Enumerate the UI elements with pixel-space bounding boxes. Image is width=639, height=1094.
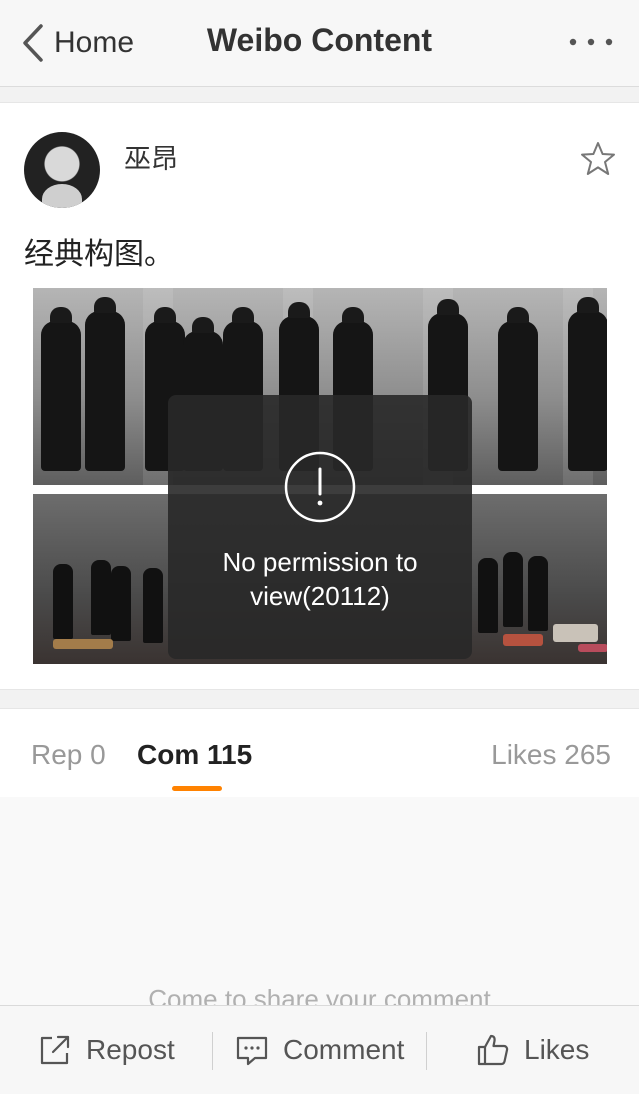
likes-label: Likes xyxy=(524,1034,590,1065)
tab-comments[interactable]: Com 115 xyxy=(137,739,252,771)
repost-label: Repost xyxy=(86,1034,175,1065)
divider xyxy=(426,1032,427,1070)
username[interactable]: 巫昂 xyxy=(124,137,178,176)
post-text: 经典构图。 xyxy=(24,238,174,271)
star-outline-icon[interactable] xyxy=(580,141,616,177)
repost-icon xyxy=(40,1035,70,1065)
comment-label: Comment xyxy=(283,1034,405,1065)
more-dots-icon[interactable] xyxy=(567,36,615,48)
bottom-action-bar: Repost Comment Likes xyxy=(0,1005,639,1094)
page-title: Weibo Content xyxy=(206,22,433,58)
comment-prompt[interactable]: Come to share your comment xyxy=(0,985,639,1005)
comment-icon xyxy=(236,1036,268,1066)
divider xyxy=(212,1032,213,1070)
tab-bar: Rep 0 Com 115 Likes 265 xyxy=(0,708,639,798)
active-tab-indicator xyxy=(172,786,222,791)
navigation-bar: Home Weibo Content xyxy=(0,0,639,87)
tab-reposts[interactable]: Rep 0 xyxy=(31,739,106,771)
avatar[interactable] xyxy=(24,132,100,208)
repost-button[interactable]: Repost xyxy=(38,1006,175,1094)
thumbs-up-icon xyxy=(477,1034,509,1066)
likes-button[interactable]: Likes xyxy=(476,1006,589,1094)
post-card: 巫昂 经典构图。 No permission to view(20112) xyxy=(0,102,639,690)
exclamation-circle-icon xyxy=(284,451,356,523)
tab-likes[interactable]: Likes 265 xyxy=(491,739,611,771)
comment-area xyxy=(0,797,639,1005)
toast-message: No permission to view(20112) xyxy=(222,547,418,611)
no-permission-toast: No permission to view(20112) xyxy=(168,395,472,659)
comment-button[interactable]: Comment xyxy=(235,1006,404,1094)
